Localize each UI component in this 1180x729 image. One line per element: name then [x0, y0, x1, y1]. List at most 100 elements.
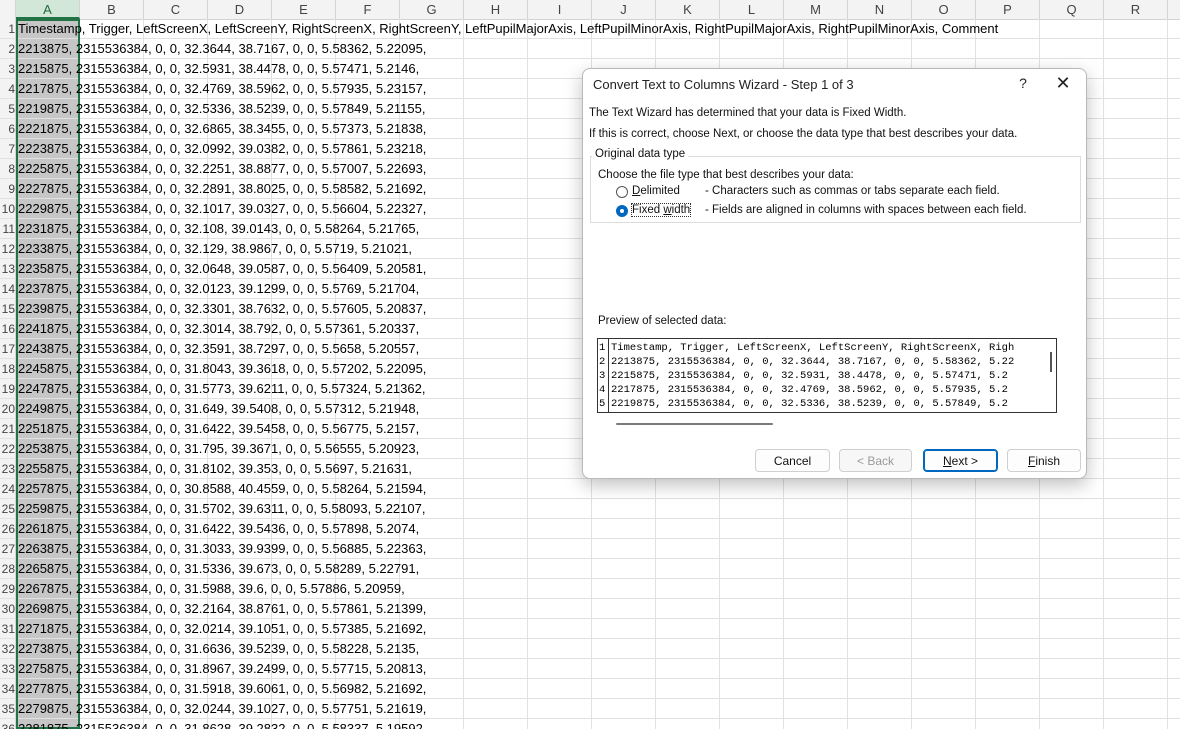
cell-a[interactable]: 2215875, 2315536384, 0, 0, 32.5931, 38.4…: [18, 59, 419, 79]
cell-a[interactable]: 2239875, 2315536384, 0, 0, 32.3301, 38.7…: [18, 299, 426, 319]
cell-a[interactable]: 2229875, 2315536384, 0, 0, 32.1017, 39.0…: [18, 199, 426, 219]
row-header[interactable]: 16: [0, 319, 16, 339]
row-header[interactable]: 2: [0, 39, 16, 59]
cell-a[interactable]: 2231875, 2315536384, 0, 0, 32.108, 39.01…: [18, 219, 419, 239]
row-header[interactable]: 25: [0, 499, 16, 519]
preview-horizontal-scrollbar[interactable]: [616, 423, 773, 425]
column-header-f[interactable]: F: [336, 0, 400, 19]
row-header[interactable]: 12: [0, 239, 16, 259]
row-header[interactable]: 1: [0, 19, 16, 39]
cell-a[interactable]: 2219875, 2315536384, 0, 0, 32.5336, 38.5…: [18, 99, 425, 119]
row-header[interactable]: 29: [0, 579, 16, 599]
row-header[interactable]: 13: [0, 259, 16, 279]
column-header-j[interactable]: J: [592, 0, 656, 19]
column-header-n[interactable]: N: [848, 0, 912, 19]
delimited-radio[interactable]: [616, 186, 628, 198]
row-header[interactable]: 21: [0, 419, 16, 439]
cell-a[interactable]: 2267875, 2315536384, 0, 0, 31.5988, 39.6…: [18, 579, 405, 599]
column-header-m[interactable]: M: [784, 0, 848, 19]
preview-vertical-scrollbar[interactable]: [1050, 352, 1052, 372]
row-header[interactable]: 23: [0, 459, 16, 479]
cell-a[interactable]: 2235875, 2315536384, 0, 0, 32.0648, 39.0…: [18, 259, 426, 279]
row-header[interactable]: 9: [0, 179, 16, 199]
cell-a[interactable]: 2265875, 2315536384, 0, 0, 31.5336, 39.6…: [18, 559, 419, 579]
row-header[interactable]: 24: [0, 479, 16, 499]
cell-a[interactable]: 2217875, 2315536384, 0, 0, 32.4769, 38.5…: [18, 79, 426, 99]
select-all-corner[interactable]: [0, 0, 16, 19]
row-header[interactable]: 30: [0, 599, 16, 619]
column-header-k[interactable]: K: [656, 0, 720, 19]
row-header[interactable]: 27: [0, 539, 16, 559]
column-header-e[interactable]: E: [272, 0, 336, 19]
cell-a[interactable]: Timestamp, Trigger, LeftScreenX, LeftScr…: [18, 19, 998, 39]
back-button[interactable]: < Back: [839, 449, 912, 472]
cell-a[interactable]: 2259875, 2315536384, 0, 0, 31.5702, 39.6…: [18, 499, 425, 519]
row-header[interactable]: 14: [0, 279, 16, 299]
row-header[interactable]: 35: [0, 699, 16, 719]
close-icon[interactable]: ✕: [1053, 73, 1073, 93]
column-header-o[interactable]: O: [912, 0, 976, 19]
column-header-g[interactable]: G: [400, 0, 464, 19]
cell-a[interactable]: 2249875, 2315536384, 0, 0, 31.649, 39.54…: [18, 399, 419, 419]
column-header-p[interactable]: P: [976, 0, 1040, 19]
fixed-width-radio[interactable]: [616, 205, 628, 217]
column-header-q[interactable]: Q: [1040, 0, 1104, 19]
cell-a[interactable]: 2273875, 2315536384, 0, 0, 31.6636, 39.5…: [18, 639, 419, 659]
next-button[interactable]: Next >: [923, 449, 998, 472]
cell-a[interactable]: 2241875, 2315536384, 0, 0, 32.3014, 38.7…: [18, 319, 419, 339]
cell-a[interactable]: 2281875, 2315536384, 0, 0, 31.8628, 39.2…: [18, 719, 426, 729]
row-header[interactable]: 18: [0, 359, 16, 379]
column-header-c[interactable]: C: [144, 0, 208, 19]
row-header[interactable]: 7: [0, 139, 16, 159]
column-header-d[interactable]: D: [208, 0, 272, 19]
row-header[interactable]: 28: [0, 559, 16, 579]
cell-a[interactable]: 2227875, 2315536384, 0, 0, 32.2891, 38.8…: [18, 179, 426, 199]
row-header[interactable]: 26: [0, 519, 16, 539]
cell-a[interactable]: 2237875, 2315536384, 0, 0, 32.0123, 39.1…: [18, 279, 419, 299]
column-header-l[interactable]: L: [720, 0, 784, 19]
cell-a[interactable]: 2213875, 2315536384, 0, 0, 32.3644, 38.7…: [18, 39, 426, 59]
cell-a[interactable]: 2269875, 2315536384, 0, 0, 32.2164, 38.8…: [18, 599, 426, 619]
row-header[interactable]: 22: [0, 439, 16, 459]
cell-a[interactable]: 2255875, 2315536384, 0, 0, 31.8102, 39.3…: [18, 459, 412, 479]
row-header[interactable]: 17: [0, 339, 16, 359]
row-header[interactable]: 6: [0, 119, 16, 139]
cell-a[interactable]: 2277875, 2315536384, 0, 0, 31.5918, 39.6…: [18, 679, 426, 699]
cell-a[interactable]: 2225875, 2315536384, 0, 0, 32.2251, 38.8…: [18, 159, 426, 179]
row-header[interactable]: 10: [0, 199, 16, 219]
row-header[interactable]: 5: [0, 99, 16, 119]
cell-a[interactable]: 2221875, 2315536384, 0, 0, 32.6865, 38.3…: [18, 119, 426, 139]
row-header[interactable]: 36: [0, 719, 16, 729]
column-header-i[interactable]: I: [528, 0, 592, 19]
cell-a[interactable]: 2275875, 2315536384, 0, 0, 31.8967, 39.2…: [18, 659, 426, 679]
row-header[interactable]: 8: [0, 159, 16, 179]
cell-a[interactable]: 2245875, 2315536384, 0, 0, 31.8043, 39.3…: [18, 359, 426, 379]
cell-a[interactable]: 2223875, 2315536384, 0, 0, 32.0992, 39.0…: [18, 139, 426, 159]
cell-a[interactable]: 2247875, 2315536384, 0, 0, 31.5773, 39.6…: [18, 379, 425, 399]
row-header[interactable]: 31: [0, 619, 16, 639]
cancel-button[interactable]: Cancel: [755, 449, 830, 472]
column-header-b[interactable]: B: [80, 0, 144, 19]
row-header[interactable]: 3: [0, 59, 16, 79]
column-header-r[interactable]: R: [1104, 0, 1168, 19]
row-header[interactable]: 11: [0, 219, 16, 239]
row-header[interactable]: 19: [0, 379, 16, 399]
cell-a[interactable]: 2233875, 2315536384, 0, 0, 32.129, 38.98…: [18, 239, 412, 259]
row-header[interactable]: 34: [0, 679, 16, 699]
row-header[interactable]: 15: [0, 299, 16, 319]
cell-a[interactable]: 2251875, 2315536384, 0, 0, 31.6422, 39.5…: [18, 419, 419, 439]
row-header[interactable]: 32: [0, 639, 16, 659]
row-header[interactable]: 20: [0, 399, 16, 419]
help-button[interactable]: ?: [1015, 73, 1031, 93]
cell-a[interactable]: 2257875, 2315536384, 0, 0, 30.8588, 40.4…: [18, 479, 426, 499]
cell-a[interactable]: 2279875, 2315536384, 0, 0, 32.0244, 39.1…: [18, 699, 426, 719]
cell-a[interactable]: 2253875, 2315536384, 0, 0, 31.795, 39.36…: [18, 439, 419, 459]
column-header-a[interactable]: A: [16, 0, 80, 19]
data-preview-box[interactable]: 1 Timestamp, Trigger, LeftScreenX, LeftSc…: [597, 338, 1057, 413]
cell-a[interactable]: 2271875, 2315536384, 0, 0, 32.0214, 39.1…: [18, 619, 426, 639]
row-header[interactable]: 33: [0, 659, 16, 679]
delimited-label[interactable]: Delimited: [632, 185, 680, 197]
row-header[interactable]: 4: [0, 79, 16, 99]
finish-button[interactable]: Finish: [1007, 449, 1081, 472]
column-header-h[interactable]: H: [464, 0, 528, 19]
